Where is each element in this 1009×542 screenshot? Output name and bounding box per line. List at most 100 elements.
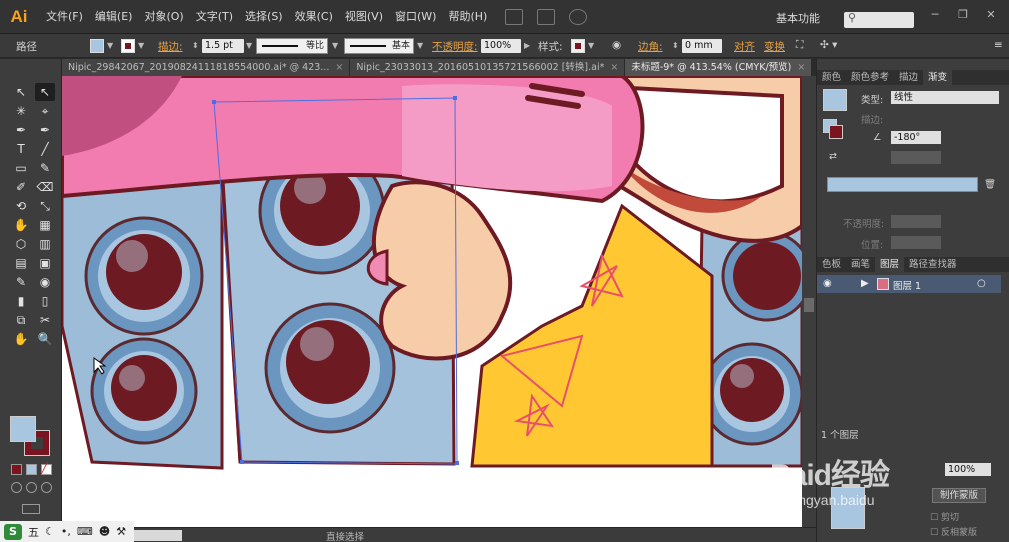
- close-icon[interactable]: ×: [610, 62, 618, 73]
- selection-tool-icon[interactable]: ↖: [11, 83, 31, 101]
- tab-brushes[interactable]: 画笔: [846, 257, 875, 272]
- tab-gradient[interactable]: 渐变: [923, 70, 953, 85]
- chevron-down-icon[interactable]: ▼: [246, 40, 254, 52]
- workspace-switcher[interactable]: 基本功能: [776, 10, 820, 26]
- tab-color-guide[interactable]: 颜色参考: [846, 70, 894, 85]
- layer-row[interactable]: ◉ ▶ 图层 1 ○: [817, 275, 1001, 293]
- align-link[interactable]: 对齐: [734, 39, 755, 54]
- stroke-weight-field[interactable]: 1.5 pt: [202, 39, 244, 53]
- rotate-tool-icon[interactable]: ⟲: [11, 197, 31, 215]
- zoom-tool-icon[interactable]: 🔍: [35, 330, 55, 348]
- scrollbar-thumb[interactable]: [804, 298, 814, 312]
- magic-wand-tool-icon[interactable]: ✳: [11, 102, 31, 120]
- close-button[interactable]: ✕: [981, 8, 1001, 22]
- draw-normal-icon[interactable]: [11, 482, 22, 493]
- minimize-button[interactable]: ─: [925, 8, 945, 22]
- target-icon[interactable]: ○: [977, 278, 986, 289]
- puppet-warp-icon[interactable]: ✣ ▾: [820, 39, 837, 51]
- panel-menu-icon[interactable]: ≡: [994, 39, 1003, 51]
- symbol-sprayer-tool-icon[interactable]: ▮: [11, 292, 31, 310]
- pencil-tool-icon[interactable]: ✐: [11, 178, 31, 196]
- stepper-icon[interactable]: ⬍: [192, 40, 200, 52]
- shape-builder-tool-icon[interactable]: ⬡: [11, 235, 31, 253]
- menu-object[interactable]: 对象(O): [138, 0, 189, 34]
- draw-behind-icon[interactable]: [26, 482, 37, 493]
- close-icon[interactable]: ×: [797, 62, 805, 73]
- rectangle-tool-icon[interactable]: ▭: [11, 159, 31, 177]
- draw-inside-icon[interactable]: [41, 482, 52, 493]
- mesh-tool-icon[interactable]: ▤: [11, 254, 31, 272]
- ime-mode-label[interactable]: 五: [28, 524, 39, 540]
- gradient-type-select[interactable]: 线性: [891, 91, 999, 104]
- menu-type[interactable]: 文字(T): [190, 0, 239, 34]
- blend-tool-icon[interactable]: ◉: [35, 273, 55, 291]
- menu-view[interactable]: 视图(V): [339, 0, 389, 34]
- restore-button[interactable]: ❐: [953, 8, 973, 22]
- gradient-stroke-icon[interactable]: [829, 125, 843, 139]
- gradient-mode-icon[interactable]: [26, 464, 37, 475]
- corner-label[interactable]: 边角:: [638, 39, 663, 54]
- pen-tool-icon[interactable]: ✒: [11, 121, 31, 139]
- menu-edit[interactable]: 编辑(E): [89, 0, 139, 34]
- tab-stroke[interactable]: 描边: [894, 70, 923, 85]
- tab-document-3[interactable]: 未标题-9* @ 413.54% (CMYK/预览) ×: [625, 59, 813, 76]
- chevron-right-icon[interactable]: ▶: [861, 278, 869, 289]
- aspect-ratio-field[interactable]: [891, 151, 941, 164]
- fill-color-box[interactable]: [10, 416, 36, 442]
- gradient-angle-field[interactable]: -180°: [891, 131, 941, 144]
- recolor-icon[interactable]: ◉: [612, 39, 621, 51]
- tab-swatches[interactable]: 色板: [817, 257, 846, 272]
- gradient-preview-swatch[interactable]: [823, 89, 847, 111]
- chevron-down-icon[interactable]: ▼: [107, 40, 115, 52]
- wrench-icon[interactable]: ⚒: [116, 525, 126, 538]
- chevron-right-icon[interactable]: ▶: [524, 40, 532, 52]
- stepper-icon[interactable]: ⬍: [672, 40, 680, 52]
- scale-tool-icon[interactable]: ⤡: [35, 197, 55, 215]
- trash-icon[interactable]: 🗑: [984, 179, 996, 190]
- variable-width-profile[interactable]: 等比: [256, 38, 328, 54]
- fill-swatch[interactable]: [90, 39, 104, 53]
- stroke-swatch[interactable]: [121, 39, 135, 53]
- opacity-field[interactable]: 100%: [481, 39, 521, 53]
- moon-icon[interactable]: ☾: [45, 525, 55, 538]
- hand-tool-icon[interactable]: ✋: [11, 330, 31, 348]
- gradient-slider[interactable]: [827, 177, 978, 192]
- stroke-label[interactable]: 描边:: [158, 39, 183, 54]
- menu-select[interactable]: 选择(S): [239, 0, 289, 34]
- screen-mode-icon[interactable]: [22, 504, 40, 514]
- tab-color[interactable]: 颜色: [817, 70, 846, 85]
- tab-layers[interactable]: 图层: [875, 257, 905, 272]
- chevron-down-icon[interactable]: ▼: [138, 40, 146, 52]
- isolate-icon[interactable]: ⛶: [796, 39, 803, 52]
- sogou-ime-icon[interactable]: S: [4, 523, 22, 540]
- user-icon[interactable]: ☻: [99, 525, 110, 538]
- eraser-tool-icon[interactable]: ⌫: [35, 178, 55, 196]
- brush-definition[interactable]: 基本: [344, 38, 414, 54]
- menu-help[interactable]: 帮助(H): [442, 0, 493, 34]
- curvature-tool-icon[interactable]: ✒: [35, 121, 55, 139]
- stop-location-field[interactable]: [891, 236, 941, 249]
- eyedropper-tool-icon[interactable]: ✎: [11, 273, 31, 291]
- arrange-documents-icon[interactable]: [537, 8, 556, 25]
- stop-opacity-field[interactable]: [891, 215, 941, 228]
- opacity-label[interactable]: 不透明度:: [432, 39, 478, 54]
- zoom-field[interactable]: [134, 530, 182, 541]
- eye-icon[interactable]: ◉: [823, 278, 832, 289]
- chevron-down-icon[interactable]: ▼: [332, 40, 340, 52]
- tab-pathfinder[interactable]: 路径查找器: [904, 257, 962, 272]
- color-mode-icon[interactable]: [11, 464, 22, 475]
- type-tool-icon[interactable]: T: [11, 140, 31, 158]
- paintbrush-tool-icon[interactable]: ✎: [35, 159, 55, 177]
- gradient-tool-icon[interactable]: ▣: [35, 254, 55, 272]
- punctuation-icon[interactable]: •,: [61, 525, 71, 538]
- lasso-tool-icon[interactable]: ⌖: [35, 102, 55, 120]
- keyboard-icon[interactable]: ⌨: [77, 525, 93, 538]
- tab-document-1[interactable]: Nipic_29842067_20190824111818554000.ai* …: [62, 59, 351, 76]
- close-icon[interactable]: ×: [335, 62, 343, 73]
- transform-link[interactable]: 变换: [764, 39, 785, 54]
- menu-effect[interactable]: 效果(C): [289, 0, 339, 34]
- none-mode-icon[interactable]: ╱: [41, 462, 52, 475]
- reverse-gradient-icon[interactable]: ⇄: [829, 151, 837, 162]
- artboard-tool-icon[interactable]: ⧉: [11, 311, 31, 329]
- graphic-style-swatch[interactable]: [571, 39, 585, 53]
